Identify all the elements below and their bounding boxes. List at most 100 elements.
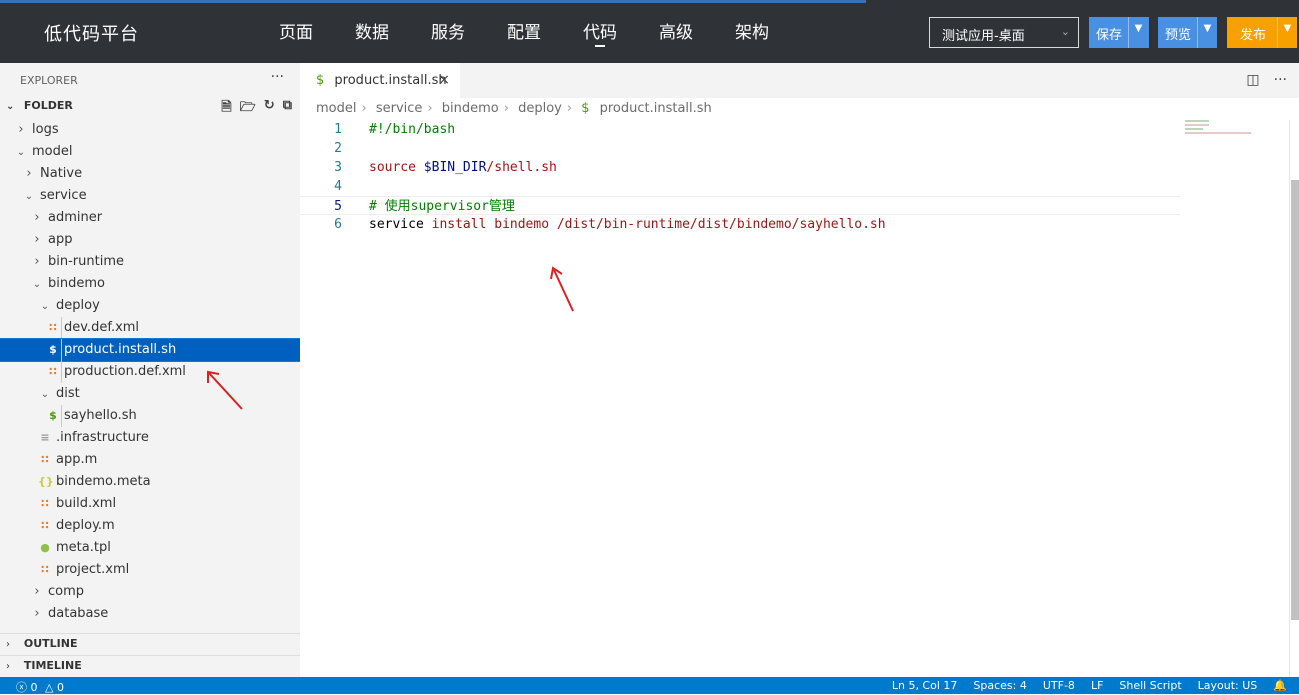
tree-item[interactable]: ⌄ model [0,141,300,163]
chevron-right-icon: › [34,584,40,599]
save-button[interactable]: 保存 ▼ [1089,17,1149,48]
tree-item[interactable]: › logs [0,119,300,141]
tab-label: product.install.sh [334,73,447,88]
caret-down-icon[interactable]: ▼ [1197,17,1217,48]
nav-item-architecture[interactable]: 架构 [714,18,790,48]
tab-bar: $ product.install.sh × ◫ ··· [300,63,1299,98]
tree-item[interactable]: $ sayhello.sh [0,405,300,427]
tree-item[interactable]: ∷ deploy.m [0,515,300,537]
tree-item[interactable]: ∷ app.m [0,449,300,471]
tree-item[interactable]: › adminer [0,207,300,229]
preview-button[interactable]: 预览 ▼ [1158,17,1217,48]
cursor-position[interactable]: Ln 5, Col 17 [892,679,958,692]
indent-guide [61,361,62,383]
vertical-scrollbar[interactable] [1289,120,1299,677]
nav-item-services[interactable]: 服务 [410,18,486,48]
tree-item[interactable]: ∷ project.xml [0,559,300,581]
tree-item-label: service [40,188,87,203]
indentation[interactable]: Spaces: 4 [973,679,1026,692]
warning-count: 0 [56,681,64,694]
nav-item-data[interactable]: 数据 [334,18,410,48]
app-select[interactable]: 测试应用-桌面 ⌄ [929,17,1079,48]
nav-item-code[interactable]: 代码 [562,18,638,48]
nav-item-advanced[interactable]: 高级 [638,18,714,48]
new-folder-icon[interactable]: 🗁 [240,98,256,120]
tree-item[interactable]: ⌄ bindemo [0,273,300,295]
caret-down-icon[interactable]: ▼ [1277,17,1297,48]
tree-item[interactable]: ● meta.tpl [0,537,300,559]
tree-item[interactable]: ∷ production.def.xml [0,361,300,383]
breadcrumb-item[interactable]: service [376,101,423,116]
tree-item[interactable]: › bin-runtime [0,251,300,273]
rss-file-icon: ∷ [41,519,49,532]
code-token: # 使用supervisor管理 [369,199,515,214]
refresh-icon[interactable]: ↻ [264,98,275,120]
tree-item-label: Native [40,166,83,181]
status-right: Ln 5, Col 17 Spaces: 4 UTF-8 LF Shell Sc… [892,679,1287,692]
breadcrumb-item[interactable]: model [316,101,356,116]
timeline-section[interactable]: › TIMELINE [0,655,300,677]
code-line[interactable]: 2 [300,139,1180,158]
tree-item-label: product.install.sh [64,342,177,357]
app-select-value: 测试应用-桌面 [942,29,1025,44]
code-line[interactable]: 6 service install bindemo /dist/bin-runti… [300,215,1180,234]
tree-item-label: deploy [56,298,100,313]
problems-indicator[interactable]: ⓧ 0 △ 0 [16,679,64,695]
tree-item[interactable]: ∷ dev.def.xml [0,317,300,339]
outline-title: OUTLINE [23,637,78,650]
code-line[interactable]: 5 # 使用supervisor管理 [300,196,1180,215]
tree-item[interactable]: $ product.install.sh [0,338,300,362]
chevron-right-icon: › [427,101,433,116]
scrollbar-thumb[interactable] [1291,180,1299,620]
shell-file-icon: $ [49,343,57,356]
chevron-down-icon: ⌄ [6,101,15,112]
language-mode[interactable]: Shell Script [1119,679,1181,692]
loading-progress-bar [0,0,866,3]
keyboard-layout[interactable]: Layout: US [1198,679,1258,692]
tree-item[interactable]: ⌄ deploy [0,295,300,317]
tree-item-label: bindemo.meta [56,474,151,489]
tab-product-install-sh[interactable]: $ product.install.sh × [300,63,460,98]
code-line[interactable]: 4 [300,177,1180,196]
code-token: source [369,160,424,175]
breadcrumb-item[interactable]: bindemo [442,101,499,116]
caret-down-icon[interactable]: ▼ [1128,17,1148,48]
chevron-down-icon: ⌄ [32,279,42,290]
nav-item-config[interactable]: 配置 [486,18,562,48]
publish-button[interactable]: 发布 ▼ [1227,17,1297,48]
collapse-all-icon[interactable]: ⧉ [283,98,292,120]
bell-icon[interactable]: 🔔 [1273,679,1287,692]
breadcrumb-file[interactable]: product.install.sh [600,101,712,116]
tree-item[interactable]: ⌄ dist [0,383,300,405]
chevron-down-icon: ⌄ [1060,25,1070,38]
line-ending[interactable]: LF [1091,679,1103,692]
minimap[interactable] [1185,120,1275,140]
breadcrumb: model › service › bindemo › deploy › $ produ… [300,98,1299,120]
code-editor[interactable]: 1 #!/bin/bash 2 3 source $BIN_DIR/shell.sh 4 5… [300,120,1180,234]
tree-item[interactable]: › app [0,229,300,251]
folder-header[interactable]: ⌄ FOLDER 🗎 🗁 ↻ ⧉ [0,97,300,119]
line-number: 3 [334,160,342,175]
tree-item[interactable]: › comp [0,581,300,603]
chevron-down-icon: ⌄ [40,389,50,400]
more-actions-icon[interactable]: ··· [1274,72,1287,88]
split-editor-icon[interactable]: ◫ [1246,72,1259,88]
tree-item[interactable]: › Native [0,163,300,185]
tree-item-label: bin-runtime [48,254,124,269]
tree-item[interactable]: ≡ .infrastructure [0,427,300,449]
tree-item[interactable]: ∷ build.xml [0,493,300,515]
close-icon[interactable]: × [438,72,450,88]
top-bar: 低代码平台 页面 数据 服务 配置 代码 高级 架构 测试应用-桌面 ⌄ 保存 … [0,0,1299,63]
encoding[interactable]: UTF-8 [1043,679,1075,692]
breadcrumb-item[interactable]: deploy [518,101,562,116]
tree-item[interactable]: {} bindemo.meta [0,471,300,493]
tree-item-label: app [48,232,73,247]
outline-section[interactable]: › OUTLINE [0,633,300,655]
more-actions-icon[interactable]: ··· [271,69,284,85]
code-line[interactable]: 1 #!/bin/bash [300,120,1180,139]
nav-item-pages[interactable]: 页面 [258,18,334,48]
tree-item[interactable]: ⌄ service [0,185,300,207]
tree-item[interactable]: › database [0,603,300,625]
code-line[interactable]: 3 source $BIN_DIR/shell.sh [300,158,1180,177]
new-file-icon[interactable]: 🗎 [221,98,231,120]
